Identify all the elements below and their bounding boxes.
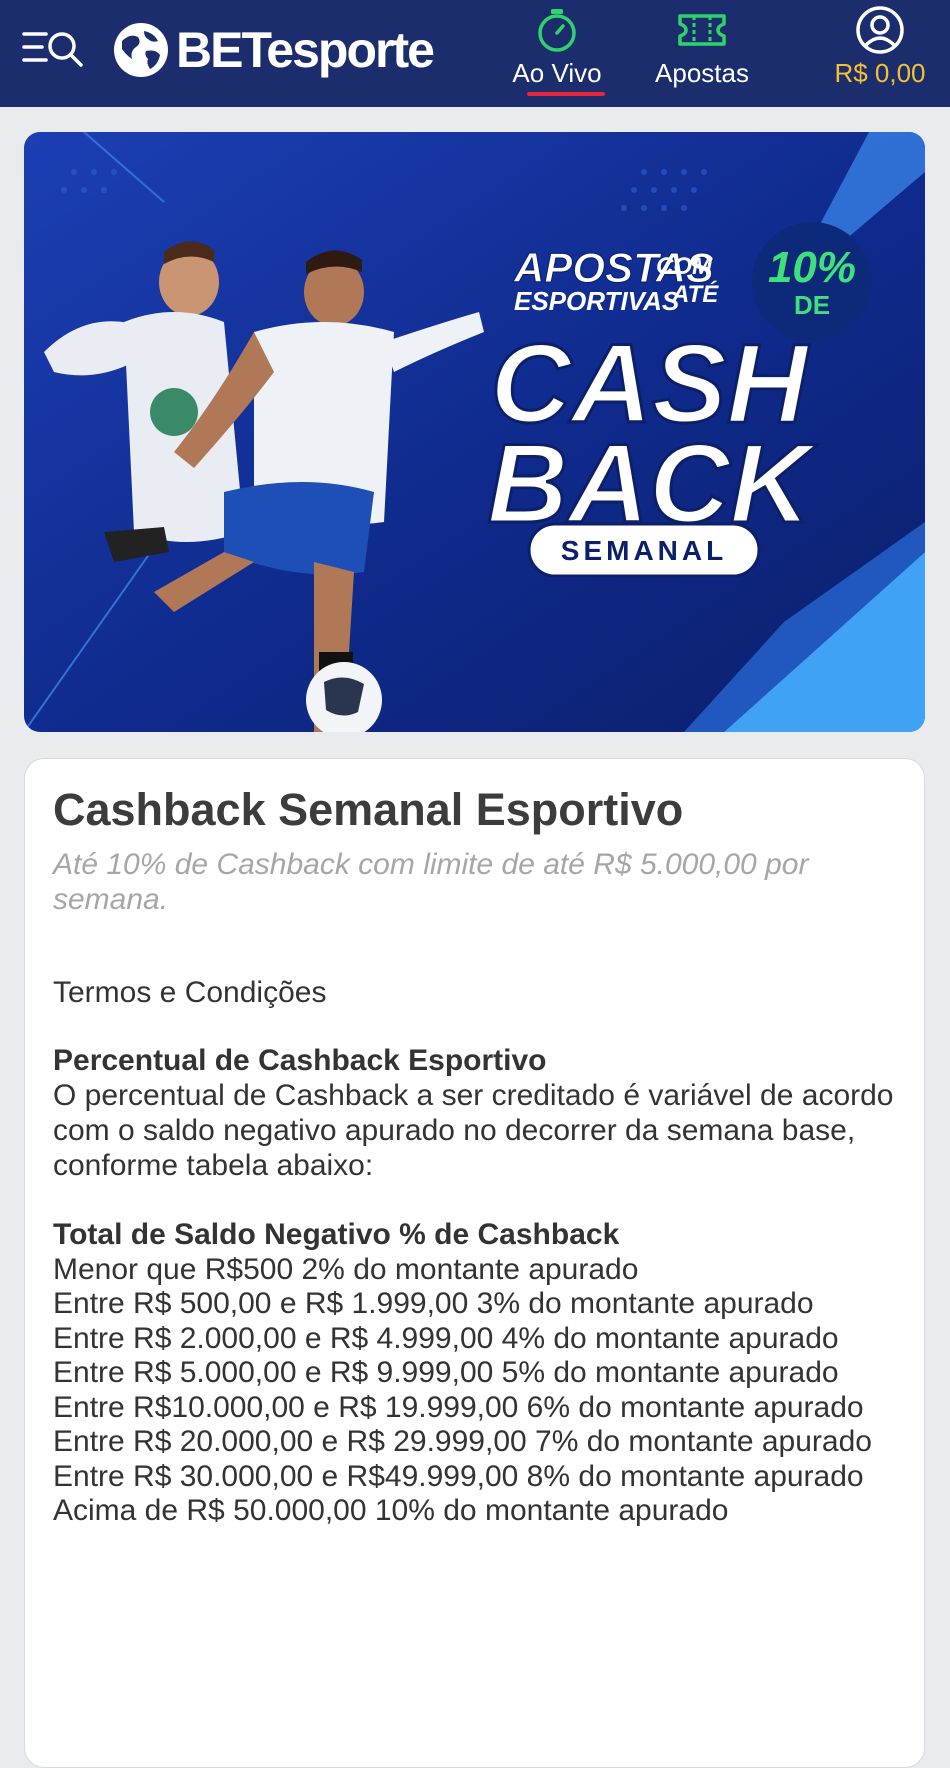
banner-com: COM [656,253,713,280]
table-row: Menor que R$500 2% do montante apurado [53,1252,639,1286]
banner-semanal: SEMANAL [561,535,727,566]
stopwatch-icon [535,6,579,54]
nav-live-label: Ao Vivo [512,58,602,88]
terms-heading: Termos e Condições [53,976,327,1009]
logo-text: BETesporte [176,22,435,78]
table-row: Entre R$ 2.000,00 e R$ 4.999,00 4% do mo… [53,1321,839,1355]
cashback-table: Total de Saldo Negativo % de Cashback Me… [53,1218,896,1529]
banner-ate: ATÉ [671,280,719,308]
table-row: Acima de R$ 50.000,00 10% do montante ap… [53,1494,729,1527]
menu-search-icon[interactable] [22,26,92,72]
cashback-percentage-section: Percentual de Cashback Esportivo O perce… [53,1043,896,1183]
active-tab-underline [527,92,605,96]
banner-line2: ESPORTIVAS [514,286,680,316]
top-navigation-bar: BETesporte Ao Vivo Apostas R$ 0,00 [0,0,950,107]
nav-bets-label: Apostas [655,58,749,88]
table-header: Total de Saldo Negativo % de Cashback [53,1218,620,1251]
banner-percent: 10% [768,243,856,292]
betesporte-logo[interactable]: BETesporte [112,12,435,88]
account-balance: R$ 0,00 [834,58,926,88]
table-row: Entre R$ 20.000,00 e R$ 29.999,00 7% do … [53,1425,872,1458]
ticket-icon [676,6,728,54]
section-text: O percentual de Cashback a ser creditado… [53,1079,894,1182]
promo-subtitle: Até 10% de Cashback com limite de até R$… [53,848,809,916]
user-icon [855,6,905,54]
cashback-promo-banner[interactable]: APOSTAS ESPORTIVAS COM ATÉ 10% DE CASH B… [24,132,925,732]
table-row: Entre R$ 30.000,00 e R$49.999,00 8% do m… [53,1459,864,1493]
banner-de: DE [794,290,830,320]
table-row: Entre R$10.000,00 e R$ 19.999,00 6% do m… [53,1390,864,1424]
section-title: Percentual de Cashback Esportivo [53,1044,547,1077]
nav-live[interactable]: Ao Vivo [505,6,609,98]
table-row: Entre R$ 5.000,00 e R$ 9.999,00 5% do mo… [53,1356,839,1389]
promo-title: Cashback Semanal Esportivo [53,784,684,835]
nav-account[interactable]: R$ 0,00 [820,6,940,98]
globe-logo-icon [114,23,168,77]
table-row: Entre R$ 500,00 e R$ 1.999,00 3% do mont… [53,1287,814,1320]
nav-bets[interactable]: Apostas [648,6,756,98]
promo-details-card: Cashback Semanal Esportivo Até 10% de Ca… [24,758,925,1768]
